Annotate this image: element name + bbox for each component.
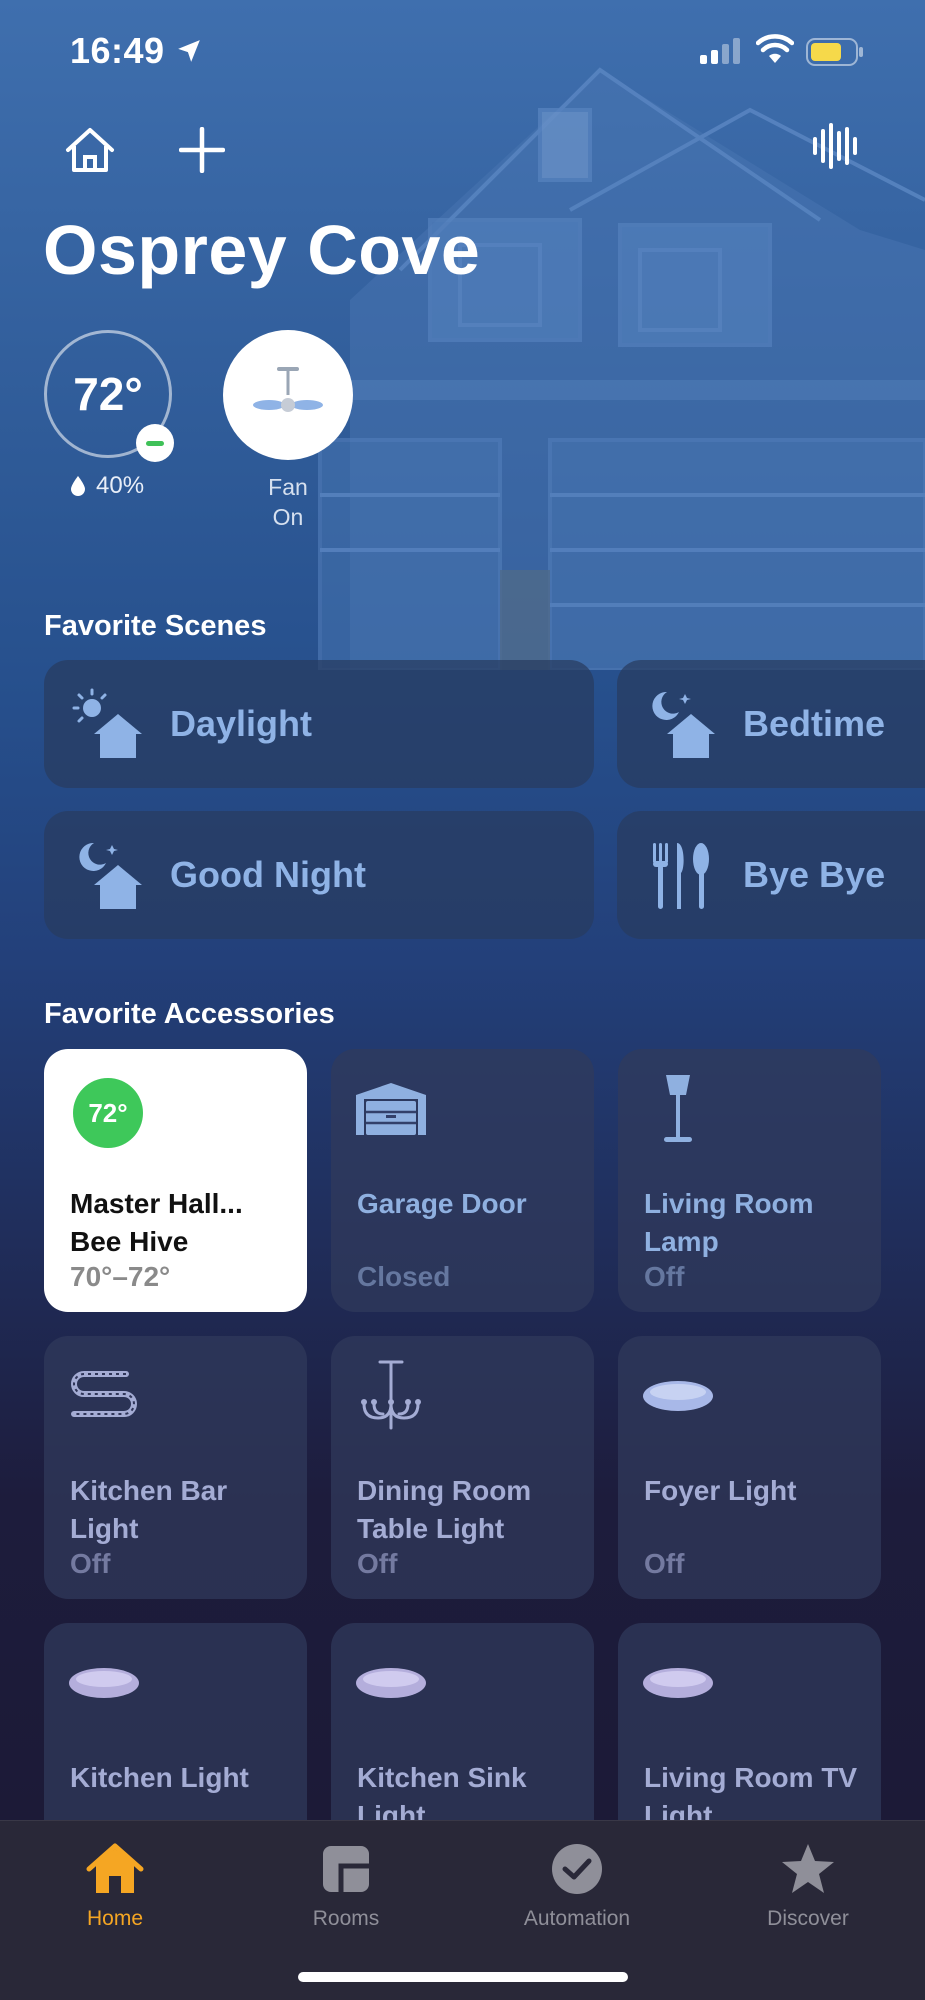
humidity-value: 40%: [96, 472, 145, 499]
accessory-state: 70°–72°: [70, 1261, 171, 1292]
ceiling-fan-icon: [253, 367, 323, 412]
accessory-name: Living Room Lamp: [644, 1188, 814, 1257]
tab-discover[interactable]: Discover: [728, 1839, 888, 1931]
scene-label: Bye Bye: [743, 854, 886, 895]
fan-name: Fan: [268, 474, 308, 500]
accessory-tile-living-room-lamp[interactable]: Living Room Lamp Off: [618, 1049, 881, 1312]
add-button[interactable]: [172, 120, 232, 180]
accessory-state: Closed: [357, 1261, 451, 1292]
wifi-icon: [756, 34, 794, 63]
light-strip-icon: [71, 1371, 137, 1417]
scene-label: Daylight: [170, 703, 313, 744]
plus-icon: [179, 127, 225, 173]
chandelier-icon: [361, 1360, 421, 1430]
tab-rooms[interactable]: Rooms: [266, 1839, 426, 1931]
garage-door-icon: [356, 1083, 426, 1135]
home-title: Osprey Cove: [43, 211, 481, 289]
scene-bye-bye[interactable]: Bye Bye: [617, 811, 925, 939]
accessory-state: Off: [357, 1548, 398, 1579]
tab-automation[interactable]: Automation: [497, 1839, 657, 1931]
automation-clock-icon: [552, 1844, 602, 1894]
home-icon: [86, 1843, 144, 1893]
thermostat-temperature: 72°: [73, 368, 143, 420]
tab-label: Rooms: [312, 1907, 380, 1930]
favorite-accessories-heading: Favorite Accessories: [44, 998, 335, 1030]
tab-label: Automation: [523, 1907, 631, 1930]
temperature-badge: 72°: [73, 1078, 143, 1148]
accessory-state: Off: [70, 1548, 111, 1579]
accessory-name: Foyer Light: [644, 1475, 797, 1506]
accessory-tile-kitchen-bar-light[interactable]: Kitchen Bar Light Off: [44, 1336, 307, 1599]
status-bar: 16:49: [0, 0, 925, 100]
rooms-icon: [323, 1846, 369, 1892]
recessed-light-icon: [356, 1668, 426, 1698]
intercom-button[interactable]: [804, 116, 864, 176]
accessory-tile-foyer-light[interactable]: Foyer Light Off: [618, 1336, 881, 1599]
moon-house-icon: [652, 691, 715, 758]
accessory-name: Dining Room Table Light: [357, 1475, 532, 1544]
accessory-tile-thermostat[interactable]: 72° Master Hall... Bee Hive 70°–72°: [44, 1049, 307, 1312]
tab-home[interactable]: Home: [35, 1839, 195, 1931]
scene-label: Bedtime: [743, 703, 886, 744]
favorite-scenes-heading: Favorite Scenes: [44, 610, 267, 642]
accessory-tile-garage-door[interactable]: Garage Door Closed: [331, 1049, 594, 1312]
recessed-light-icon: [69, 1668, 139, 1698]
water-drop-icon: [71, 476, 85, 496]
accessory-state: Off: [644, 1548, 685, 1579]
location-arrow-icon: [178, 40, 200, 62]
fan-state: On: [272, 504, 304, 530]
humidity-readout: 40%: [70, 472, 144, 500]
tab-label: Home: [86, 1907, 144, 1930]
cooling-indicator-icon: [136, 424, 174, 462]
fan-label: Fan On: [223, 472, 353, 532]
recessed-light-icon: [643, 1381, 713, 1411]
recessed-light-icon: [643, 1668, 713, 1698]
floor-lamp-icon: [664, 1075, 692, 1142]
scene-daylight[interactable]: Daylight: [44, 660, 594, 788]
scene-label: Good Night: [170, 854, 366, 895]
scene-good-night[interactable]: Good Night: [44, 811, 594, 939]
home-outline-icon: [66, 128, 114, 172]
fan-status-button[interactable]: [223, 330, 353, 460]
home-settings-button[interactable]: [60, 120, 120, 180]
moon-house-icon: [79, 842, 142, 909]
waveform-icon: [813, 123, 857, 169]
status-time: 16:49: [70, 30, 165, 71]
star-icon: [782, 1844, 834, 1893]
tab-label: Discover: [767, 1907, 849, 1930]
scene-bedtime[interactable]: Bedtime: [617, 660, 925, 788]
accessory-name: Master Hall... Bee Hive: [70, 1188, 243, 1257]
accessory-tile-dining-room-table-light[interactable]: Dining Room Table Light Off: [331, 1336, 594, 1599]
accessory-name: Kitchen Light: [70, 1762, 249, 1793]
accessory-name: Garage Door: [357, 1188, 527, 1219]
accessory-state: Off: [644, 1261, 685, 1292]
sun-house-icon: [72, 688, 142, 758]
cellular-signal-icon: [700, 38, 740, 64]
battery-icon: [806, 38, 863, 66]
home-indicator[interactable]: [298, 1972, 628, 1982]
utensils-icon: [653, 843, 709, 909]
accessory-name: Kitchen Bar Light: [70, 1475, 228, 1544]
